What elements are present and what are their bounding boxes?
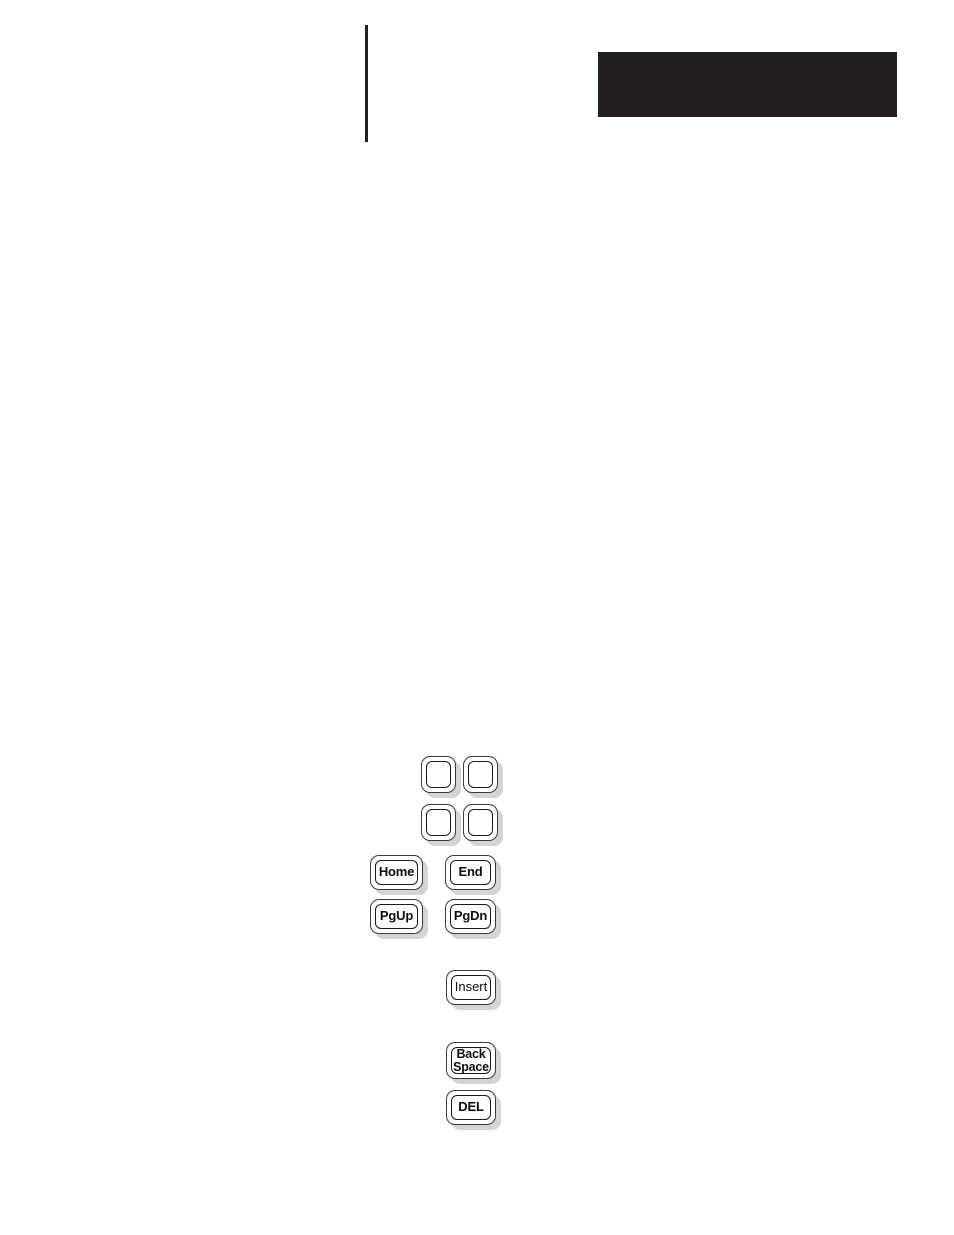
key-end-label: End — [458, 864, 483, 880]
key-insert-face: Insert — [451, 975, 491, 1000]
key-end-body: End — [445, 855, 496, 890]
key-blank-1-body — [421, 756, 456, 793]
key-end-face: End — [450, 860, 491, 885]
key-pgdn-body: PgDn — [445, 899, 496, 934]
key-blank-3 — [421, 804, 461, 846]
vertical-rule — [365, 25, 368, 142]
key-back-space-body: Back Space — [446, 1042, 496, 1079]
key-blank-4-body — [463, 804, 498, 841]
key-del-label: DEL — [458, 1099, 484, 1115]
key-blank-3-face — [426, 809, 451, 836]
key-blank-2 — [463, 756, 503, 798]
key-del: DEL — [446, 1090, 501, 1130]
key-pgup-face: PgUp — [375, 904, 418, 929]
document-page: Home End PgUp PgDn Insert Back Space DEL — [0, 0, 954, 1235]
key-blank-2-body — [463, 756, 498, 793]
key-back-space-label: Back Space — [453, 1046, 489, 1074]
key-blank-1-face — [426, 761, 451, 788]
key-blank-2-face — [468, 761, 493, 788]
key-blank-4 — [463, 804, 503, 846]
key-del-body: DEL — [446, 1090, 496, 1125]
key-back-space-face: Back Space — [451, 1047, 491, 1074]
key-pgdn-label: PgDn — [453, 908, 488, 924]
header-ink-block — [598, 52, 897, 117]
key-insert-label: Insert — [454, 979, 488, 995]
key-end: End — [445, 855, 501, 895]
key-insert-body: Insert — [446, 970, 496, 1005]
key-blank-1 — [421, 756, 461, 798]
key-home: Home — [370, 855, 428, 895]
key-home-body: Home — [370, 855, 423, 890]
key-pgdn-face: PgDn — [450, 904, 491, 929]
key-pgup-label: PgUp — [379, 908, 414, 924]
key-pgup: PgUp — [370, 899, 428, 939]
key-pgdn: PgDn — [445, 899, 501, 939]
key-insert: Insert — [446, 970, 501, 1010]
key-home-label: Home — [378, 864, 415, 880]
key-home-face: Home — [375, 860, 418, 885]
key-pgup-body: PgUp — [370, 899, 423, 934]
key-del-face: DEL — [451, 1095, 491, 1120]
key-blank-4-face — [468, 809, 493, 836]
key-blank-3-body — [421, 804, 456, 841]
key-back-space: Back Space — [446, 1042, 501, 1084]
